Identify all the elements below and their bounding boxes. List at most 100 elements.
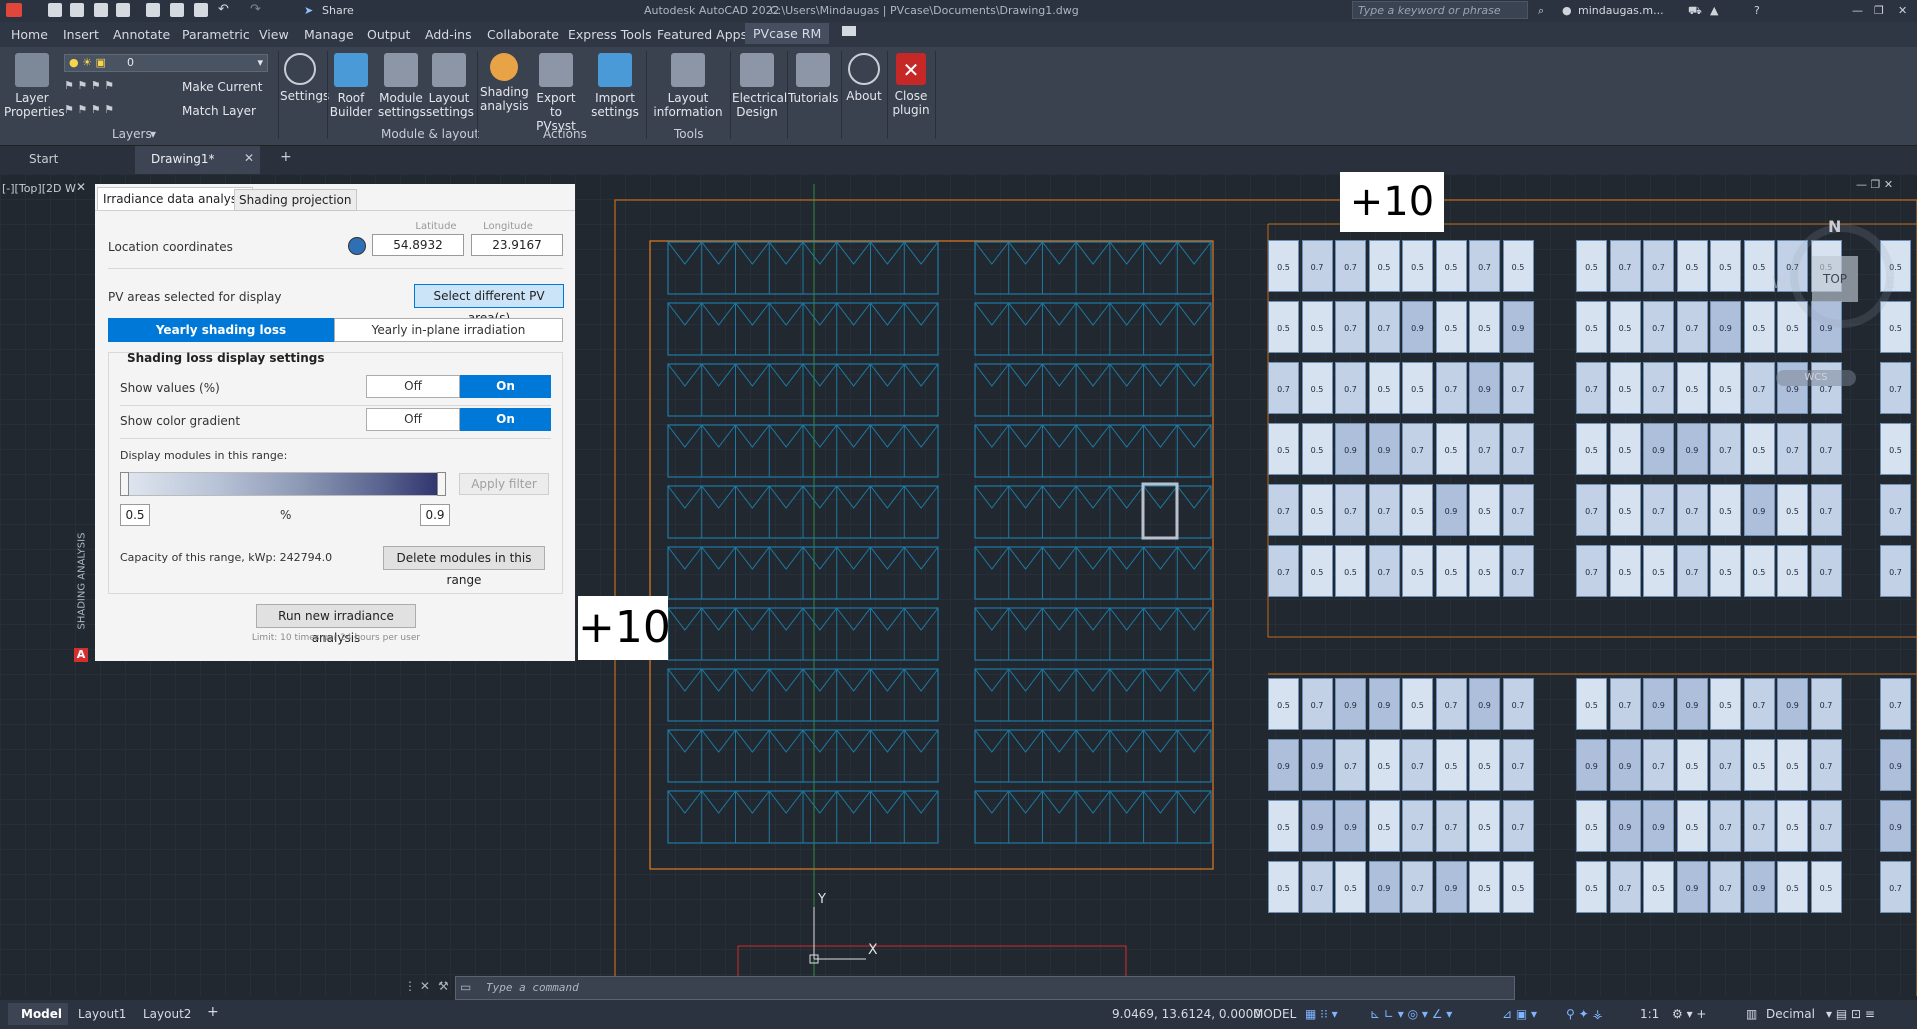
layout-information-button[interactable]: Layout information bbox=[650, 53, 726, 119]
pv-module[interactable]: 0.7 bbox=[1335, 362, 1366, 414]
pv-module[interactable]: 0.7 bbox=[1743, 678, 1775, 730]
pv-module[interactable]: 0.5 bbox=[1576, 301, 1607, 353]
about-button[interactable]: About bbox=[842, 53, 886, 103]
pv-module[interactable]: 0.5 bbox=[1469, 739, 1500, 791]
shading-analysis-side-tab[interactable]: SHADING ANALYSIS bbox=[74, 530, 90, 640]
pv-module[interactable]: 0.9 bbox=[1743, 861, 1775, 913]
pv-module[interactable]: 0.7 bbox=[1643, 301, 1674, 353]
pv-module[interactable]: 0.5 bbox=[1301, 484, 1333, 536]
pv-module[interactable]: 0.5 bbox=[1710, 678, 1741, 730]
pv-module[interactable]: 0.5 bbox=[1609, 362, 1641, 414]
pv-module[interactable]: 0.7 bbox=[1435, 678, 1467, 730]
pv-module[interactable]: 0.9 bbox=[1880, 739, 1911, 791]
help-icon[interactable]: ? bbox=[1754, 4, 1760, 17]
pv-module[interactable]: 0.5 bbox=[1469, 861, 1500, 913]
tab-model[interactable]: Model bbox=[21, 1007, 62, 1021]
workspace-gear-icon[interactable]: ⚙ ▾ + bbox=[1672, 1007, 1706, 1021]
pv-module[interactable]: 0.9 bbox=[1777, 678, 1808, 730]
annotation-scale[interactable]: 1:1 bbox=[1640, 1007, 1659, 1021]
pv-module[interactable]: 0.7 bbox=[1710, 739, 1741, 791]
close-window-icon[interactable]: ✕ bbox=[1898, 4, 1907, 17]
pv-module[interactable]: 0.5 bbox=[1402, 545, 1433, 597]
layer-tools-row-1-icons[interactable]: ⚑ ⚑ ⚑ ⚑ bbox=[64, 79, 176, 93]
pv-module[interactable]: 0.7 bbox=[1368, 301, 1400, 353]
model-space-toggle[interactable]: MODEL bbox=[1253, 1007, 1296, 1021]
pv-module[interactable]: 0.7 bbox=[1335, 739, 1366, 791]
run-irradiance-analysis-button[interactable]: Run new irradiance analysis bbox=[256, 604, 416, 645]
command-input[interactable]: Type a command bbox=[486, 981, 579, 994]
command-close-icon[interactable]: ⋮ ✕ bbox=[404, 979, 430, 993]
select-pv-areas-button[interactable]: Select different PV area(s) bbox=[414, 284, 564, 325]
open-file-icon[interactable] bbox=[70, 3, 84, 17]
pv-module[interactable]: 0.9 bbox=[1676, 861, 1708, 913]
pv-module[interactable]: 0.9 bbox=[1368, 678, 1400, 730]
pv-module[interactable]: 0.7 bbox=[1710, 423, 1741, 475]
grid-icon[interactable]: ▦ ⁝⁝ ▾ bbox=[1305, 1007, 1338, 1021]
pv-module[interactable]: 0.5 bbox=[1268, 678, 1299, 730]
wrench-icon[interactable]: ⚒ bbox=[438, 979, 449, 993]
pv-module[interactable]: 0.5 bbox=[1609, 545, 1641, 597]
pv-module[interactable]: 0.9 bbox=[1335, 678, 1366, 730]
pv-module[interactable]: 0.7 bbox=[1502, 545, 1534, 597]
pv-module[interactable]: 0.7 bbox=[1268, 484, 1299, 536]
pv-module[interactable]: 0.5 bbox=[1743, 545, 1775, 597]
pv-module[interactable]: 0.5 bbox=[1576, 240, 1607, 292]
close-tab-icon[interactable]: ✕ bbox=[244, 151, 254, 165]
pv-module[interactable]: 0.5 bbox=[1576, 423, 1607, 475]
pv-module[interactable]: 0.5 bbox=[1743, 423, 1775, 475]
pv-module[interactable]: 0.5 bbox=[1268, 301, 1299, 353]
tab-irradiance-data-analysis[interactable]: Irradiance data analysis bbox=[97, 187, 253, 210]
pv-module[interactable]: 0.5 bbox=[1609, 484, 1641, 536]
pv-module[interactable]: 0.7 bbox=[1880, 678, 1911, 730]
pv-module[interactable]: 0.7 bbox=[1880, 861, 1911, 913]
new-tab-icon[interactable]: + bbox=[280, 149, 292, 165]
range-max-field[interactable]: 0.9 bbox=[420, 504, 450, 526]
pv-module[interactable]: 0.5 bbox=[1777, 800, 1808, 852]
pv-module[interactable]: 0.7 bbox=[1643, 362, 1674, 414]
pv-module[interactable]: 0.5 bbox=[1268, 240, 1299, 292]
pv-module[interactable]: 0.5 bbox=[1576, 800, 1607, 852]
viewcube-top[interactable]: TOP bbox=[1812, 256, 1858, 302]
pv-module[interactable]: 0.9 bbox=[1743, 484, 1775, 536]
autocad-a-icon[interactable]: A bbox=[74, 648, 88, 662]
layout-settings-button[interactable]: Layout settings bbox=[426, 53, 474, 119]
pv-module[interactable]: 0.5 bbox=[1435, 423, 1467, 475]
show-values-on[interactable]: On bbox=[460, 375, 551, 398]
pv-module[interactable]: 0.9 bbox=[1502, 301, 1534, 353]
pv-module[interactable]: 0.7 bbox=[1676, 484, 1708, 536]
cart-icon[interactable]: ⛟ bbox=[1688, 4, 1702, 19]
pv-module[interactable]: 0.5 bbox=[1777, 484, 1808, 536]
pv-module[interactable]: 0.5 bbox=[1710, 484, 1741, 536]
pv-module[interactable]: 0.5 bbox=[1368, 362, 1400, 414]
compass-n[interactable]: N bbox=[1828, 217, 1841, 236]
undo-icon[interactable]: ↶ bbox=[218, 3, 234, 17]
save-icon[interactable] bbox=[94, 3, 108, 17]
pv-module[interactable]: 0.9 bbox=[1609, 739, 1641, 791]
close-plugin-button[interactable]: ✕ Close plugin bbox=[889, 53, 933, 117]
show-gradient-on[interactable]: On bbox=[460, 408, 551, 431]
layer-tools-row-2-icons[interactable]: ⚑ ⚑ ⚑ ⚑ bbox=[64, 103, 176, 117]
pv-module[interactable]: 0.7 bbox=[1469, 423, 1500, 475]
pv-module[interactable]: 0.5 bbox=[1402, 484, 1433, 536]
pv-module[interactable]: 0.7 bbox=[1710, 800, 1741, 852]
pv-module[interactable]: 0.7 bbox=[1435, 800, 1467, 852]
pv-module[interactable]: 0.7 bbox=[1268, 362, 1299, 414]
status-tools-icons[interactable]: ▾ ▤ ⊡ ≡ bbox=[1826, 1007, 1875, 1021]
search-icon[interactable]: ⌕ bbox=[1538, 4, 1544, 18]
tab-output[interactable]: Output bbox=[367, 27, 410, 42]
pv-module[interactable]: 0.7 bbox=[1609, 240, 1641, 292]
pv-module[interactable]: 0.5 bbox=[1335, 545, 1366, 597]
minimize-icon[interactable]: — bbox=[1852, 4, 1863, 17]
pv-module[interactable]: 0.7 bbox=[1810, 739, 1842, 791]
pv-module[interactable]: 0.9 bbox=[1301, 739, 1333, 791]
yearly-irradiation-toggle[interactable]: Yearly in-plane irradiation bbox=[334, 318, 563, 342]
tab-pvcase-rm[interactable]: PVcase RM bbox=[745, 23, 830, 44]
tab-layout2[interactable]: Layout2 bbox=[143, 1007, 191, 1021]
annotation-icon[interactable]: ⚲ ✦ ⚶ bbox=[1566, 1007, 1603, 1021]
pv-module[interactable]: 0.5 bbox=[1743, 301, 1775, 353]
export-pvsyst-button[interactable]: Export to PVsyst bbox=[530, 53, 582, 133]
pv-module[interactable]: 0.7 bbox=[1502, 484, 1534, 536]
shading-analysis-button[interactable]: Shading analysis bbox=[480, 53, 529, 113]
pv-module[interactable]: 0.7 bbox=[1301, 861, 1333, 913]
tab-collaborate[interactable]: Collaborate bbox=[487, 27, 559, 42]
